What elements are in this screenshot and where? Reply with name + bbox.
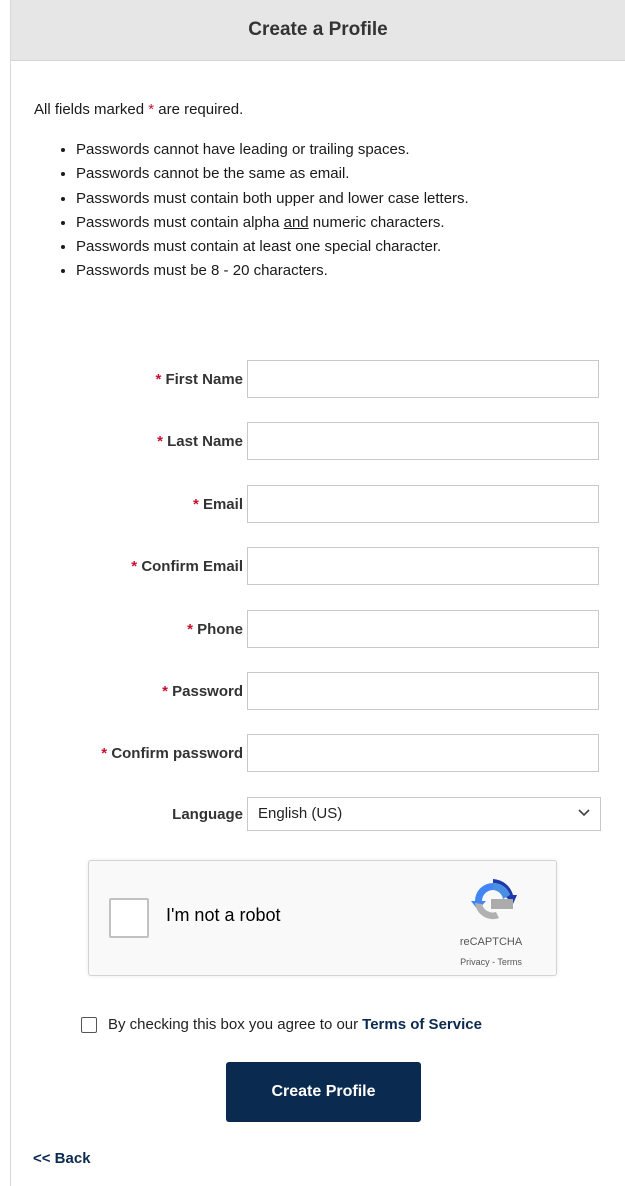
list-item: Passwords must contain both upper and lo… [76,187,469,211]
last-name-label: * Last Name [157,433,243,450]
language-row: Language English (US) [0,795,625,835]
list-item: Passwords must be 8 - 20 characters. [76,259,469,283]
required-note: All fields marked * are required. [34,101,244,118]
language-label: Language [172,806,243,823]
recaptcha-links[interactable]: Privacy - Terms [446,957,536,967]
first-name-row: * First Name [0,360,625,400]
list-item: Passwords must contain alpha and numeric… [76,211,469,235]
confirm-password-label: * Confirm password [101,745,243,762]
back-link[interactable]: << Back [33,1150,91,1167]
create-profile-button[interactable]: Create Profile [226,1062,421,1122]
phone-input[interactable] [247,610,599,648]
page-title: Create a Profile [248,19,388,40]
recaptcha-label: I'm not a robot [166,905,281,925]
last-name-row: * Last Name [0,422,625,462]
list-item: Passwords must contain at least one spec… [76,235,469,259]
phone-row: * Phone [0,610,625,650]
recaptcha-checkbox[interactable] [109,898,149,938]
first-name-input[interactable] [247,360,599,398]
terms-text: By checking this box you agree to our [108,1016,359,1033]
confirm-email-input[interactable] [247,547,599,585]
password-rules-list: Passwords cannot have leading or trailin… [56,138,469,284]
password-input[interactable] [247,672,599,710]
language-select[interactable]: English (US) [247,797,601,831]
page-header: Create a Profile [11,0,625,61]
confirm-email-row: * Confirm Email [0,547,625,587]
phone-label: * Phone [187,621,243,638]
recaptcha-logo-icon [471,879,517,920]
email-label: * Email [192,496,243,513]
email-input[interactable] [247,485,599,523]
terms-checkbox[interactable] [81,1016,97,1033]
confirm-password-input[interactable] [247,734,599,772]
confirm-email-label: * Confirm Email [131,558,243,575]
first-name-label: * First Name [155,371,243,388]
language-value: English (US) [258,805,343,822]
confirm-password-row: * Confirm password [0,734,625,774]
password-row: * Password [0,672,625,712]
password-label: * Password [162,683,243,700]
list-item: Passwords cannot be the same as email. [76,162,469,186]
terms-of-service-link[interactable]: Terms of Service [362,1016,482,1033]
last-name-input[interactable] [247,422,599,460]
recaptcha-brand: reCAPTCHA [459,936,523,948]
recaptcha-widget: I'm not a robot reCAPTCHA Privacy - Term… [88,860,557,976]
terms-agreement: By checking this box you agree to our Te… [81,1016,482,1033]
list-item: Passwords cannot have leading or trailin… [76,138,469,162]
email-row: * Email [0,485,625,525]
chevron-down-icon [578,809,590,817]
